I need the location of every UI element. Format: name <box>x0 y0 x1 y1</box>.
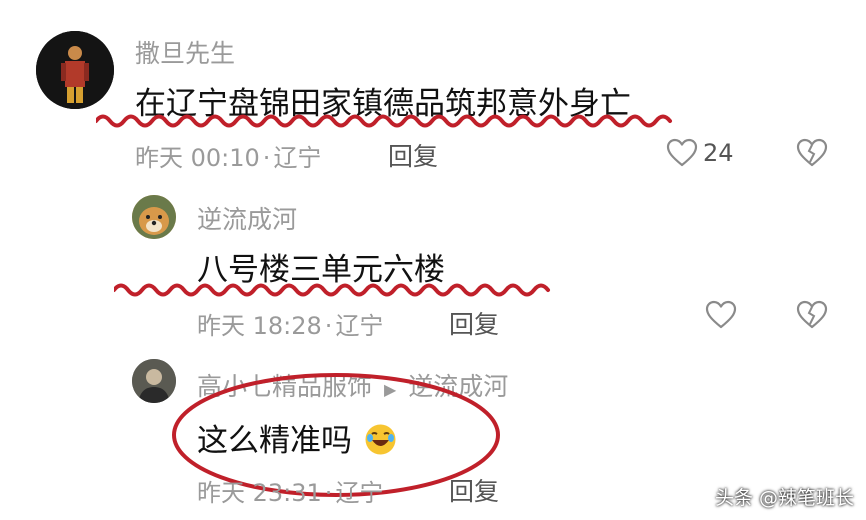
comment-username[interactable]: 逆流成河 <box>197 200 297 236</box>
meta-separator: · <box>324 479 333 507</box>
comment-location: 辽宁 <box>335 312 384 340</box>
comment-time: 昨天 00:10 <box>135 144 260 172</box>
like-count: 24 <box>703 139 734 167</box>
red-wavy-underline <box>96 114 672 128</box>
meta-separator: · <box>324 312 333 340</box>
comment-username[interactable]: 撒旦先生 <box>135 34 235 70</box>
reply-button[interactable]: 回复 <box>449 472 499 508</box>
heart-icon[interactable] <box>705 300 737 330</box>
avatar-figure-icon <box>36 31 114 109</box>
comment-location: 辽宁 <box>273 144 322 172</box>
meta-separator: · <box>262 144 271 172</box>
avatar-user-2[interactable] <box>132 195 176 239</box>
avatar-user-1[interactable] <box>36 31 114 109</box>
comment-time: 昨天 23:31 <box>197 479 322 507</box>
reply-button[interactable]: 回复 <box>388 137 438 173</box>
watermark: 头条 @辣笔班长 <box>714 487 854 509</box>
comment-meta: 昨天 18:28 · 辽宁 <box>197 306 383 341</box>
dislike-heart-icon[interactable] <box>796 300 828 330</box>
comment-location: 辽宁 <box>335 479 384 507</box>
dislike-heart-icon[interactable] <box>796 138 828 168</box>
comment-meta: 昨天 23:31 · 辽宁 <box>197 473 383 508</box>
comment-time: 昨天 18:28 <box>197 312 322 340</box>
reply-button[interactable]: 回复 <box>449 305 499 341</box>
heart-icon[interactable] <box>666 138 698 168</box>
comment-meta: 昨天 00:10 · 辽宁 <box>135 138 321 173</box>
red-wavy-underline <box>114 283 550 297</box>
dog-avatar-icon <box>132 195 176 239</box>
